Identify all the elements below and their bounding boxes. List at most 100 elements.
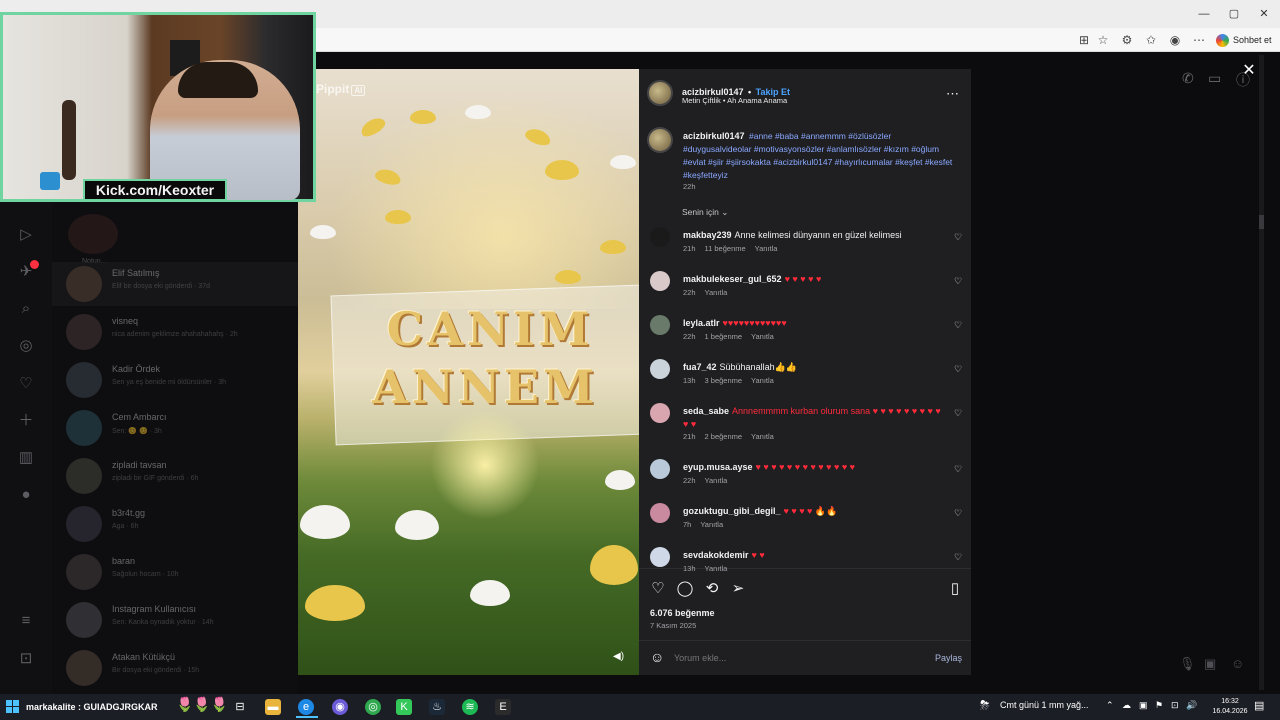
- audio-label[interactable]: Metin Çiftlik • Ah Anama Anama: [682, 96, 787, 105]
- likes-count[interactable]: 6.076 beğenme: [650, 608, 715, 618]
- mute-icon[interactable]: ◀): [613, 651, 627, 663]
- reply-button[interactable]: Yanıtla: [751, 376, 774, 385]
- comment-likes[interactable]: 1 beğenme: [705, 332, 743, 341]
- heart-icon[interactable]: ♡: [15, 373, 37, 395]
- comment-avatar[interactable]: [650, 459, 670, 479]
- conversation-item[interactable]: Atakan Kütükçü Bir dosya eki gönderdi · 1…: [66, 646, 296, 690]
- comment-icon[interactable]: ◯: [676, 580, 694, 598]
- microphone-icon[interactable]: 🎙: [1179, 656, 1196, 672]
- comment-avatar[interactable]: [650, 359, 670, 379]
- caption-avatar[interactable]: [647, 127, 673, 153]
- sohbet-button[interactable]: Sohbet et: [1216, 32, 1272, 48]
- page-scrollbar-thumb[interactable]: [1259, 215, 1264, 229]
- close-modal-button[interactable]: ✕: [1240, 62, 1258, 80]
- comment-username[interactable]: fua7_42: [683, 362, 717, 372]
- image-icon[interactable]: ▣: [1204, 656, 1216, 672]
- tray-network-app-icon[interactable]: ☁: [1122, 700, 1131, 711]
- chrome-icon[interactable]: ◎: [365, 699, 381, 715]
- threads-icon[interactable]: ⊡: [15, 648, 37, 670]
- comment-username[interactable]: gozuktugu_gibi_degil_: [683, 506, 781, 516]
- comment-username[interactable]: makbay239: [683, 230, 732, 240]
- conversation-item[interactable]: visneq nica adenim geklimze ahahahahahş ·…: [66, 310, 296, 354]
- like-icon[interactable]: ♡: [649, 580, 667, 598]
- epic-games-icon[interactable]: E: [495, 699, 511, 715]
- comment-avatar[interactable]: [650, 315, 670, 335]
- reply-button[interactable]: Yanıtla: [700, 520, 723, 529]
- phone-icon[interactable]: ✆: [1182, 70, 1194, 88]
- comment-username[interactable]: makbulekeser_gul_652: [683, 274, 782, 284]
- profile-icon[interactable]: ◉: [1167, 32, 1183, 48]
- notification-center-icon[interactable]: ▤: [1254, 699, 1264, 712]
- comment-username[interactable]: seda_sabe: [683, 406, 729, 416]
- more-icon[interactable]: ⋯: [1191, 32, 1207, 48]
- dashboard-icon[interactable]: ▥: [15, 447, 37, 469]
- comment-like-icon[interactable]: ♡: [952, 276, 964, 287]
- save-icon[interactable]: ▯: [946, 580, 964, 598]
- sort-dropdown[interactable]: Senin için ⌄: [682, 207, 728, 218]
- author-avatar[interactable]: [647, 80, 673, 106]
- page-scrollbar[interactable]: [1259, 55, 1264, 690]
- emoji-icon[interactable]: ☺: [650, 649, 666, 665]
- task-view-icon[interactable]: ⊟: [232, 699, 248, 715]
- weather-text[interactable]: Cmt günü 1 mm yağ...: [1000, 700, 1089, 710]
- extensions-icon[interactable]: ⚙: [1119, 32, 1135, 48]
- search-icon[interactable]: ⌕: [15, 298, 37, 320]
- steam-icon[interactable]: ♨: [429, 699, 445, 715]
- comment-likes[interactable]: 11 beğenme: [705, 244, 746, 253]
- conversation-item[interactable]: Instagram Kullanıcısı Sen: Kankа oynadık …: [66, 598, 296, 642]
- note-avatar[interactable]: [68, 214, 118, 254]
- comment-username[interactable]: leyla.atlr: [683, 318, 720, 328]
- comment-like-icon[interactable]: ♡: [952, 320, 964, 331]
- comment-username[interactable]: sevdakokdemir: [683, 550, 749, 560]
- conversation-item[interactable]: Cem Ambarcı Sen: 😊 😊 · 3h: [66, 406, 296, 450]
- volume-icon[interactable]: 🔊: [1186, 700, 1197, 711]
- comment-avatar[interactable]: [650, 227, 670, 247]
- conversation-item[interactable]: baran Sağolun hocam · 10h: [66, 550, 296, 594]
- edge-icon[interactable]: e: [298, 699, 314, 715]
- post-comment-button[interactable]: Paylaş: [935, 653, 962, 663]
- apps-icon[interactable]: ⊞: [1076, 32, 1092, 48]
- comment-like-icon[interactable]: ♡: [952, 464, 964, 475]
- reply-button[interactable]: Yanıtla: [751, 432, 774, 441]
- comment-like-icon[interactable]: ♡: [952, 364, 964, 375]
- network-icon[interactable]: ⊡: [1171, 700, 1179, 711]
- reels-icon[interactable]: ▷: [15, 224, 37, 246]
- comment-avatar[interactable]: [650, 503, 670, 523]
- tray-chevron-icon[interactable]: ⌃: [1106, 700, 1114, 711]
- spotify-icon[interactable]: ≋: [462, 699, 478, 715]
- comment-like-icon[interactable]: ♡: [952, 552, 964, 563]
- tray-security-icon[interactable]: ⚑: [1155, 700, 1163, 711]
- reply-button[interactable]: Yanıtla: [751, 332, 774, 341]
- conversation-item[interactable]: b3r4t.gg Aga · 6h: [66, 502, 296, 546]
- comment-likes[interactable]: 2 beğenme: [705, 432, 743, 441]
- conversation-item[interactable]: zipladi tavsan zipladi bir GIF gönderdi ·…: [66, 454, 296, 498]
- reply-button[interactable]: Yanıtla: [705, 476, 728, 485]
- caption-username[interactable]: acizbirkul0147: [683, 131, 745, 141]
- conversation-item[interactable]: Kadir Ördek Sen ya eş benide mi öldürsünl…: [66, 358, 296, 402]
- comment-avatar[interactable]: [650, 547, 670, 567]
- comment-username[interactable]: eyup.musa.ayse: [683, 462, 753, 472]
- reply-button[interactable]: Yanıtla: [705, 288, 728, 297]
- profile-icon[interactable]: ●: [15, 484, 37, 506]
- create-icon[interactable]: ＋: [15, 410, 37, 432]
- comment-like-icon[interactable]: ♡: [952, 408, 964, 419]
- share-icon[interactable]: ➢: [729, 580, 747, 598]
- comment-like-icon[interactable]: ♡: [952, 508, 964, 519]
- comment-avatar[interactable]: [650, 403, 670, 423]
- explore-icon[interactable]: ◎: [15, 335, 37, 357]
- minimize-button[interactable]: —: [1194, 6, 1214, 22]
- more-options-icon[interactable]: ⋯: [946, 86, 959, 102]
- tray-app-icon[interactable]: ▣: [1139, 700, 1148, 711]
- kick-app-icon[interactable]: K: [396, 699, 412, 715]
- obs-icon[interactable]: ◉: [332, 699, 348, 715]
- restore-button[interactable]: ▢: [1224, 6, 1244, 22]
- reply-button[interactable]: Yanıtla: [705, 564, 728, 573]
- window-close-button[interactable]: ✕: [1254, 6, 1274, 22]
- video-icon[interactable]: ▭: [1208, 70, 1221, 88]
- clock[interactable]: 16:32 16.04.2026: [1212, 697, 1248, 717]
- sticker-icon[interactable]: ☺: [1231, 656, 1244, 671]
- comment-like-icon[interactable]: ♡: [952, 232, 964, 243]
- menu-icon[interactable]: ≡: [15, 610, 37, 632]
- comment-avatar[interactable]: [650, 271, 670, 291]
- comment-input[interactable]: [674, 650, 914, 665]
